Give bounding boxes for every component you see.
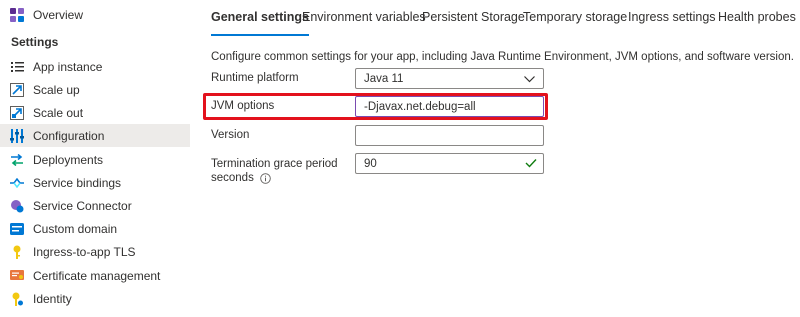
deployments-icon — [9, 152, 25, 168]
form-description: Configure common settings for your app, … — [211, 51, 794, 63]
sidebar-item-ingress-to-app-tls[interactable]: Ingress-to-app TLS — [0, 240, 190, 263]
overview-icon — [9, 7, 25, 23]
sidebar-item-label: Scale up — [33, 82, 80, 97]
tab-health-probes[interactable]: Health probes — [718, 10, 796, 24]
sidebar-item-app-instance[interactable]: App instance — [0, 55, 190, 78]
sidebar-item-scale-up[interactable]: Scale up — [0, 78, 190, 101]
sidebar-item-label: Overview — [33, 7, 84, 22]
identity-icon — [9, 291, 25, 307]
sidebar-item-configuration[interactable]: Configuration — [0, 124, 190, 147]
chevron-down-icon — [524, 74, 535, 86]
sidebar-item-overview[interactable]: Overview — [0, 3, 190, 26]
sidebar-item-label: App instance — [33, 59, 103, 74]
tab-temporary-storage[interactable]: Temporary storage — [523, 10, 627, 24]
service-connector-icon — [9, 198, 25, 214]
tab-persistent-storage[interactable]: Persistent Storage — [422, 10, 525, 24]
tab-general-settings[interactable]: General settings — [211, 10, 309, 36]
termination-label-line-2-row: seconds — [211, 171, 338, 185]
sidebar-item-label: Configuration — [33, 128, 105, 143]
version-input[interactable] — [355, 125, 544, 146]
settings-section-title: Settings — [11, 35, 59, 49]
tab-environment-variables[interactable]: Environment variables — [302, 10, 426, 24]
sidebar-item-label: Certificate management — [33, 268, 161, 283]
sidebar: Overview Settings App instance Scale up … — [0, 0, 190, 317]
runtime-platform-value: Java 11 — [364, 72, 404, 85]
sidebar-item-label: Deployments — [33, 152, 104, 167]
termination-grace-period-input[interactable]: 90 — [355, 153, 544, 174]
sidebar-item-label: Service Connector — [33, 198, 132, 213]
scale-up-icon — [9, 82, 25, 98]
certificate-icon — [9, 268, 25, 284]
sidebar-item-service-connector[interactable]: Service Connector — [0, 194, 190, 217]
tab-ingress-settings[interactable]: Ingress settings — [628, 10, 716, 24]
termination-grace-period-value: 90 — [364, 157, 377, 170]
custom-domain-icon — [9, 221, 25, 237]
jvm-options-value: -Djavax.net.debug=all — [364, 100, 476, 113]
sidebar-item-certificate-management[interactable]: Certificate management — [0, 264, 190, 287]
sidebar-item-scale-out[interactable]: Scale out — [0, 101, 190, 124]
runtime-platform-dropdown[interactable]: Java 11 — [355, 68, 544, 89]
sidebar-item-custom-domain[interactable]: Custom domain — [0, 217, 190, 240]
jvm-options-input[interactable]: -Djavax.net.debug=all — [355, 96, 544, 117]
sidebar-item-label: Custom domain — [33, 221, 118, 236]
runtime-platform-label: Runtime platform — [211, 72, 299, 84]
sidebar-item-label: Ingress-to-app TLS — [33, 244, 136, 259]
list-icon — [9, 59, 25, 75]
info-icon[interactable] — [260, 172, 271, 184]
sidebar-item-identity[interactable]: Identity — [0, 287, 190, 310]
termination-label-line-1: Termination grace period — [211, 158, 338, 170]
version-label: Version — [211, 129, 250, 141]
configuration-icon — [9, 128, 25, 144]
sidebar-item-label: Service bindings — [33, 175, 122, 190]
sidebar-item-label: Identity — [33, 291, 72, 306]
scale-out-icon — [9, 105, 25, 121]
key-icon — [9, 244, 25, 260]
sidebar-item-service-bindings[interactable]: Service bindings — [0, 171, 190, 194]
sidebar-item-deployments[interactable]: Deployments — [0, 148, 190, 171]
termination-label-line-2: seconds — [211, 172, 254, 184]
sidebar-item-label: Scale out — [33, 105, 84, 120]
termination-grace-period-label: Termination grace period seconds — [211, 157, 338, 185]
jvm-options-label: JVM options — [211, 100, 275, 112]
checkmark-icon — [525, 158, 537, 171]
service-bindings-icon — [9, 175, 25, 191]
